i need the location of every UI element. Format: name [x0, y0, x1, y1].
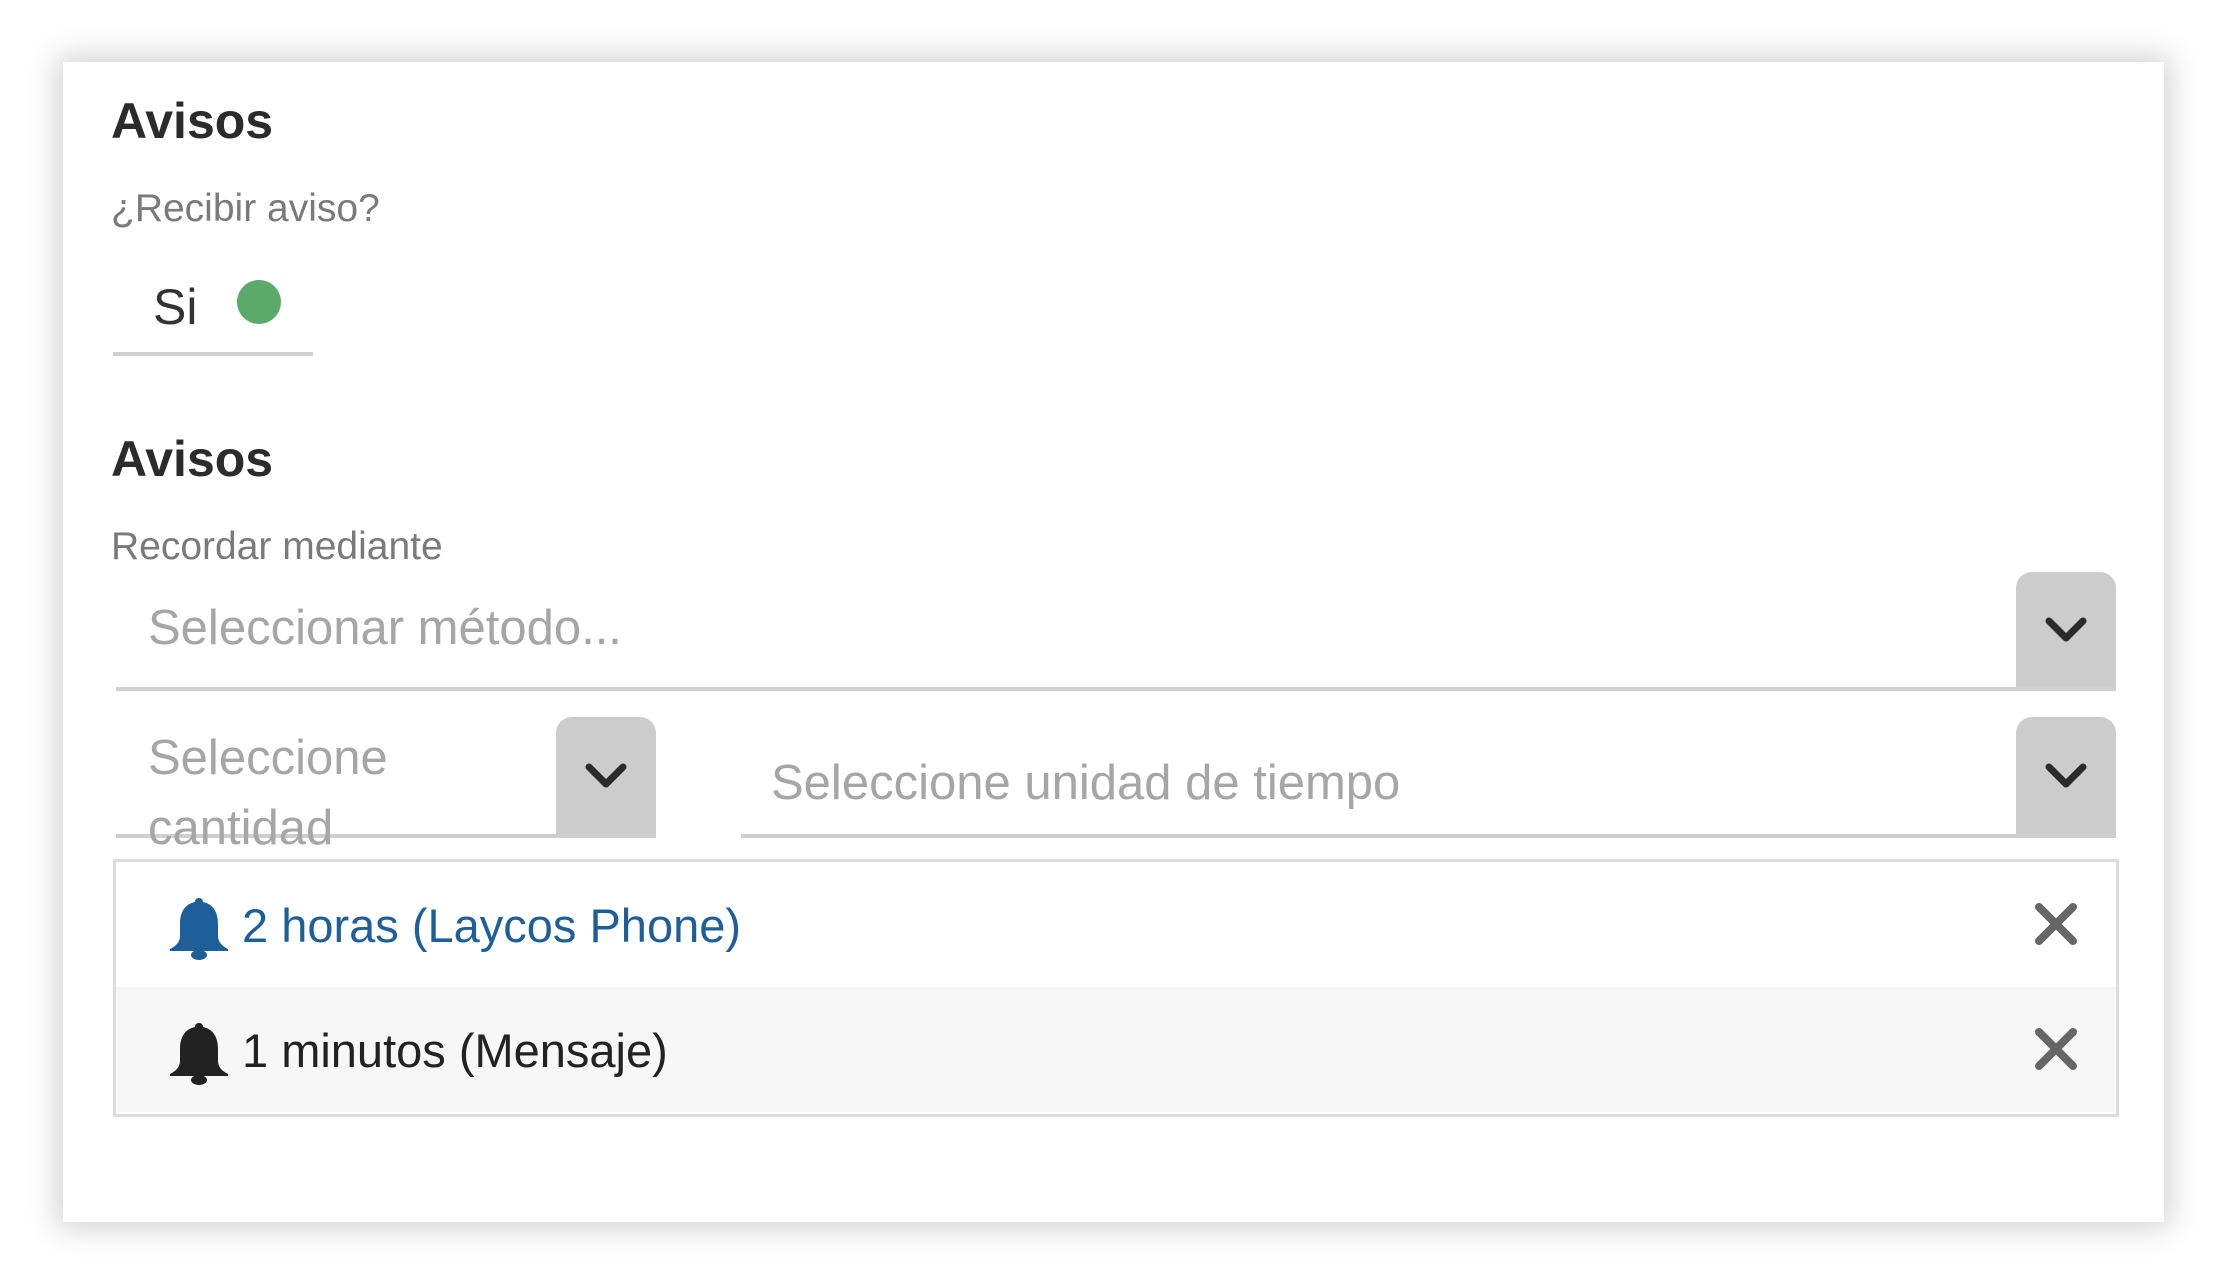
reminder-text: 2 horas (Laycos Phone)	[242, 899, 742, 952]
list-item: 1 minutos (Mensaje)	[116, 987, 2116, 1112]
reminder-list: 2 horas (Laycos Phone) 1 minutos (Mensaj…	[113, 859, 2119, 1117]
receive-alert-label: ¿Recibir aviso?	[111, 187, 380, 230]
method-dropdown-button[interactable]	[2016, 572, 2116, 687]
alerts-card: Avisos ¿Recibir aviso? Si Avisos Recorda…	[63, 62, 2164, 1222]
reminder-text: 1 minutos (Mensaje)	[242, 1024, 668, 1077]
section-title: Avisos	[111, 431, 274, 487]
remind-via-label: Recordar mediante	[111, 525, 443, 568]
time-unit-select[interactable]: Seleccione unidad de tiempo	[741, 717, 2116, 838]
close-icon[interactable]	[2034, 902, 2078, 946]
quantity-dropdown-button[interactable]	[556, 717, 656, 834]
bell-icon	[170, 1023, 228, 1085]
time-unit-dropdown-button[interactable]	[2016, 717, 2116, 834]
chevron-down-icon	[2045, 617, 2087, 641]
close-icon[interactable]	[2034, 1027, 2078, 1071]
chevron-down-icon	[2045, 763, 2087, 787]
quantity-select-placeholder: Seleccione cantidad	[148, 731, 388, 855]
list-item: 2 horas (Laycos Phone)	[116, 862, 2116, 987]
bell-icon	[170, 898, 228, 960]
toggle-label: Si	[153, 279, 198, 335]
receive-alert-toggle[interactable]: Si	[113, 262, 313, 356]
method-select-placeholder: Seleccionar método...	[148, 601, 622, 655]
method-select[interactable]: Seleccionar método...	[116, 572, 2116, 691]
chevron-down-icon	[585, 763, 627, 787]
time-unit-select-placeholder: Seleccione unidad de tiempo	[771, 756, 1401, 810]
toggle-on-indicator	[237, 280, 281, 324]
quantity-select[interactable]: Seleccione cantidad	[116, 717, 656, 855]
section-title: Avisos	[111, 93, 274, 149]
